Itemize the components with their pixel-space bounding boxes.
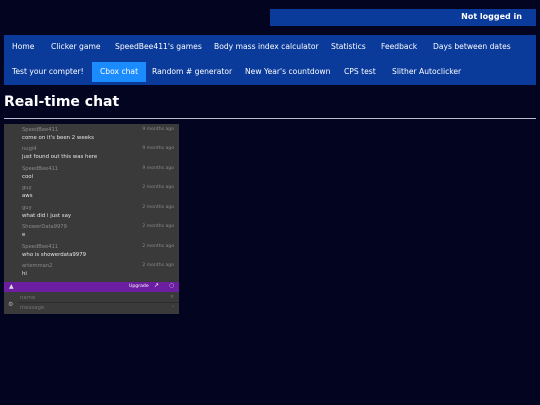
title-divider (4, 118, 536, 119)
nav-clicker-game[interactable]: Clicker game (43, 37, 109, 57)
chat-timestamp: 2 months ago (142, 244, 174, 249)
chat-text: hi (22, 271, 27, 277)
chat-timestamp: 2 months ago (142, 205, 174, 210)
chat-timestamp: 2 months ago (142, 185, 174, 190)
chat-text: just found out this was here (22, 154, 98, 160)
chat-username[interactable]: guy (22, 205, 32, 211)
chat-text: what did i just say (22, 213, 72, 219)
chat-username[interactable]: SpeedBee411 (22, 244, 58, 250)
chat-username[interactable]: SpeedBee411 (22, 166, 58, 172)
login-status-bar[interactable]: Not logged in (270, 9, 536, 26)
nav-random-number-generator[interactable]: Random # generator (144, 62, 240, 82)
chat-username[interactable]: nugi4 (22, 146, 37, 152)
upgrade-link[interactable]: Upgrade (129, 284, 149, 289)
main-nav: Home Clicker game SpeedBee411's games Bo… (4, 35, 536, 85)
nav-feedback[interactable]: Feedback (373, 37, 425, 57)
nav-bmi-calculator[interactable]: Body mass index calculator (206, 37, 327, 57)
chat-timestamp: 9 months ago (142, 166, 174, 171)
cbox-chat-widget: SpeedBee411 9 months ago come on it's be… (4, 124, 179, 314)
nav-slither-autoclicker[interactable]: Slither Autoclicker (384, 62, 469, 82)
chat-message: guy 2 months ago aws (4, 182, 179, 201)
page-title: Real-time chat (4, 94, 120, 110)
chat-text: aws (22, 193, 33, 199)
nav-test-your-computer[interactable]: Test your compter! (4, 62, 92, 82)
chat-text: who is showerdata9979 (22, 252, 87, 258)
gear-icon[interactable]: ⚙ (8, 301, 13, 308)
chat-timestamp: 2 months ago (142, 224, 174, 229)
chat-username[interactable]: ShowerData9979 (22, 224, 67, 230)
chat-message: guy 2 months ago what did i just say (4, 202, 179, 221)
chat-message: SpeedBee411 9 months ago cool (4, 163, 179, 182)
nav-home[interactable]: Home (4, 37, 42, 57)
chat-toolbar: ▲ Upgrade ↗ ○ (4, 282, 179, 292)
chat-username[interactable]: artemman2 (22, 263, 52, 269)
chat-timestamp: 9 months ago (142, 146, 174, 151)
nav-statistics[interactable]: Statistics (323, 37, 374, 57)
nav-speedbee-games[interactable]: SpeedBee411's games (107, 37, 210, 57)
user-icon[interactable]: ▲ (9, 283, 14, 290)
nav-new-years-countdown[interactable]: New Year's countdown (237, 62, 338, 82)
chat-message: nugi4 9 months ago just found out this w… (4, 143, 179, 162)
chat-name-input[interactable] (18, 293, 179, 303)
chat-timestamp: 2 months ago (142, 263, 174, 268)
chat-text: come on it's been 2 weeks (22, 135, 94, 141)
chat-username[interactable]: guy (22, 185, 32, 191)
close-icon[interactable]: × (170, 294, 174, 300)
nav-days-between-dates[interactable]: Days between dates (425, 37, 519, 57)
send-icon[interactable]: › (172, 304, 174, 310)
chat-text: cool (22, 174, 34, 180)
nav-cbox-chat[interactable]: Cbox chat (92, 62, 147, 82)
chat-timestamp: 9 months ago (142, 127, 174, 132)
chat-username[interactable]: SpeedBee411 (22, 127, 58, 133)
chat-text: e (22, 232, 26, 238)
emoji-icon[interactable]: ○ (169, 282, 174, 289)
nav-cps-test[interactable]: CPS test (336, 62, 384, 82)
chat-message: ShowerData9979 2 months ago e (4, 221, 179, 240)
popout-icon[interactable]: ↗ (154, 282, 159, 289)
chat-message: SpeedBee411 2 months ago who is showerda… (4, 241, 179, 260)
chat-message-input[interactable] (18, 303, 179, 313)
chat-message: artemman2 2 months ago hi (4, 260, 179, 279)
login-status-text[interactable]: Not logged in (461, 12, 522, 21)
chat-message: SpeedBee411 9 months ago come on it's be… (4, 124, 179, 143)
chat-form: ⚙ × › (4, 292, 179, 314)
